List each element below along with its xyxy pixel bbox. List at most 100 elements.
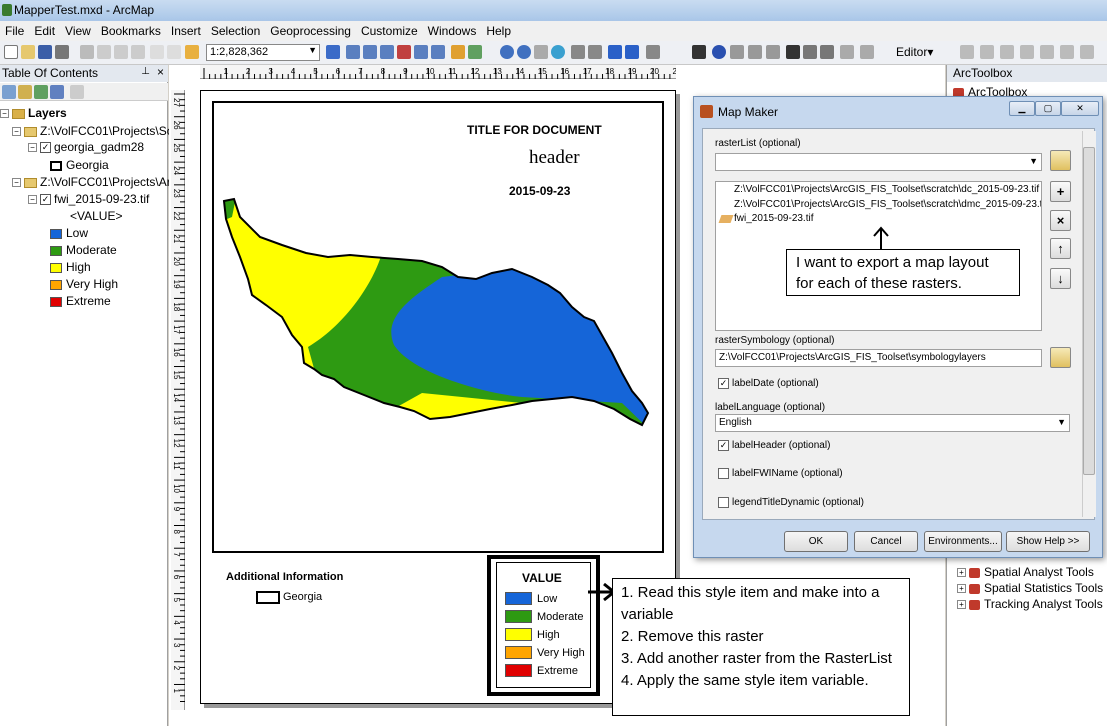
- labelheader-checkbox[interactable]: ✓: [718, 440, 729, 451]
- split-icon[interactable]: [1040, 45, 1054, 59]
- html-popup-icon[interactable]: [730, 45, 744, 59]
- undo-icon[interactable]: [150, 45, 164, 59]
- python-window-icon[interactable]: [414, 45, 428, 59]
- layer-visibility-checkbox[interactable]: ✓: [40, 194, 51, 206]
- layer-row-fwi[interactable]: − ✓ fwi_2015-09-23.tif: [28, 192, 149, 206]
- delete-icon[interactable]: [131, 45, 145, 59]
- menu-help[interactable]: Help: [481, 24, 516, 38]
- open-icon[interactable]: [21, 45, 35, 59]
- editor-toolbar-icon[interactable]: [326, 45, 340, 59]
- cut-icon[interactable]: [80, 45, 94, 59]
- list-by-visibility-icon[interactable]: [34, 85, 48, 99]
- close-button[interactable]: ✕: [1061, 101, 1099, 116]
- editor-menu[interactable]: Editor▾: [896, 45, 933, 59]
- full-extent-icon[interactable]: [551, 45, 565, 59]
- menu-view[interactable]: View: [60, 24, 96, 38]
- layer-visibility-checkbox[interactable]: ✓: [40, 142, 51, 154]
- redo-icon[interactable]: [167, 45, 181, 59]
- document-header[interactable]: header: [529, 147, 580, 169]
- straight-segment-icon[interactable]: [1000, 45, 1014, 59]
- print-icon[interactable]: [55, 45, 69, 59]
- pin-icon[interactable]: ⊥: [141, 66, 150, 77]
- identify-icon[interactable]: [712, 45, 726, 59]
- zoom-in-icon[interactable]: [500, 45, 514, 59]
- fixed-zoom-in-icon[interactable]: [571, 45, 585, 59]
- menu-bookmarks[interactable]: Bookmarks: [96, 24, 166, 38]
- scrollbar-thumb[interactable]: [1083, 147, 1095, 475]
- labeldate-checkbox[interactable]: ✓: [718, 378, 729, 389]
- options-icon[interactable]: [70, 85, 84, 99]
- toolbox-spatial-analyst[interactable]: + Spatial Analyst Tools: [957, 565, 1094, 579]
- raster-list-item[interactable]: fwi_2015-09-23.tif: [734, 213, 814, 224]
- toolbox-spatial-statistics[interactable]: + Spatial Statistics Tools: [957, 581, 1103, 595]
- chevron-down-icon[interactable]: ▼: [308, 45, 317, 55]
- maximize-button[interactable]: ▢: [1035, 101, 1061, 116]
- zoom-out-icon[interactable]: [517, 45, 531, 59]
- menu-insert[interactable]: Insert: [166, 24, 206, 38]
- remove-button[interactable]: ×: [1050, 210, 1071, 231]
- polygon-symbol-icon[interactable]: [50, 160, 62, 171]
- folder-row-2[interactable]: − Z:\VolFCC01\Projects\Arc: [12, 175, 177, 189]
- browse-folder-button[interactable]: [1050, 150, 1071, 171]
- list-by-drawing-order-icon[interactable]: [2, 85, 16, 99]
- model-icon[interactable]: [468, 45, 482, 59]
- table-of-contents-icon[interactable]: [346, 45, 360, 59]
- collapse-icon[interactable]: −: [28, 195, 37, 205]
- back-icon[interactable]: [608, 45, 622, 59]
- copy-icon[interactable]: [97, 45, 111, 59]
- legendtitledynamic-checkbox[interactable]: [718, 497, 729, 508]
- additional-information-label[interactable]: Additional Information: [226, 571, 343, 583]
- forward-icon[interactable]: [625, 45, 639, 59]
- tool-icon[interactable]: [451, 45, 465, 59]
- menu-geoprocessing[interactable]: Geoprocessing: [265, 24, 356, 38]
- attributes-icon[interactable]: [1080, 45, 1094, 59]
- catalog-icon[interactable]: [363, 45, 377, 59]
- expand-icon[interactable]: +: [957, 600, 966, 610]
- arctoolbox-icon[interactable]: [397, 45, 411, 59]
- show-help-button[interactable]: Show Help >>: [1006, 531, 1090, 552]
- labelfwiname-checkbox[interactable]: [718, 468, 729, 479]
- collapse-icon[interactable]: −: [28, 143, 37, 153]
- paste-icon[interactable]: [114, 45, 128, 59]
- menu-customize[interactable]: Customize: [356, 24, 423, 38]
- viewer-window-icon[interactable]: [860, 45, 874, 59]
- new-document-icon[interactable]: [4, 45, 18, 59]
- labellanguage-select[interactable]: English ▼: [715, 414, 1070, 432]
- map-scale-combobox[interactable]: 1:2,828,362 ▼: [206, 44, 320, 61]
- ok-button[interactable]: OK: [784, 531, 848, 552]
- toc-class-row[interactable]: Very High: [50, 277, 118, 291]
- pan-icon[interactable]: [534, 45, 548, 59]
- trace-icon[interactable]: [1020, 45, 1034, 59]
- menu-edit[interactable]: Edit: [29, 24, 60, 38]
- layer-row-georgia[interactable]: − ✓ georgia_gadm28: [28, 140, 144, 154]
- close-icon[interactable]: ×: [157, 65, 164, 79]
- modelbuilder-icon[interactable]: [431, 45, 445, 59]
- move-up-button[interactable]: ↑: [1050, 238, 1071, 259]
- environments-button[interactable]: Environments...: [924, 531, 1002, 552]
- rastersymbology-input[interactable]: Z:\VolFCC01\Projects\ArcGIS_FIS_Toolset\…: [715, 349, 1042, 367]
- document-date[interactable]: 2015-09-23: [509, 184, 570, 198]
- folder-row-1[interactable]: − Z:\VolFCC01\Projects\Sou: [12, 124, 180, 138]
- save-icon[interactable]: [38, 45, 52, 59]
- menu-file[interactable]: File: [0, 24, 29, 38]
- expand-icon[interactable]: +: [957, 568, 966, 578]
- chevron-down-icon[interactable]: ▼: [1057, 417, 1066, 427]
- raster-list-item[interactable]: Z:\VolFCC01\Projects\ArcGIS_FIS_Toolset\…: [734, 199, 1041, 210]
- collapse-icon[interactable]: −: [12, 178, 21, 188]
- layers-row[interactable]: − Layers: [0, 106, 67, 120]
- collapse-icon[interactable]: −: [0, 109, 9, 119]
- collapse-icon[interactable]: −: [12, 127, 21, 137]
- minimize-button[interactable]: ▁: [1009, 101, 1035, 116]
- toc-class-row[interactable]: High: [50, 260, 91, 274]
- select-features-icon[interactable]: [646, 45, 660, 59]
- time-slider-icon[interactable]: [840, 45, 854, 59]
- browse-folder-button[interactable]: [1050, 347, 1071, 368]
- list-by-source-icon[interactable]: [18, 85, 32, 99]
- find-icon[interactable]: [786, 45, 800, 59]
- select-elements-icon[interactable]: [692, 45, 706, 59]
- fixed-zoom-out-icon[interactable]: [588, 45, 602, 59]
- toolbox-tracking-analyst[interactable]: + Tracking Analyst Tools: [957, 597, 1103, 611]
- chevron-down-icon[interactable]: ▼: [1029, 156, 1038, 166]
- toc-class-row[interactable]: Moderate: [50, 243, 117, 257]
- rotate-icon[interactable]: [1060, 45, 1074, 59]
